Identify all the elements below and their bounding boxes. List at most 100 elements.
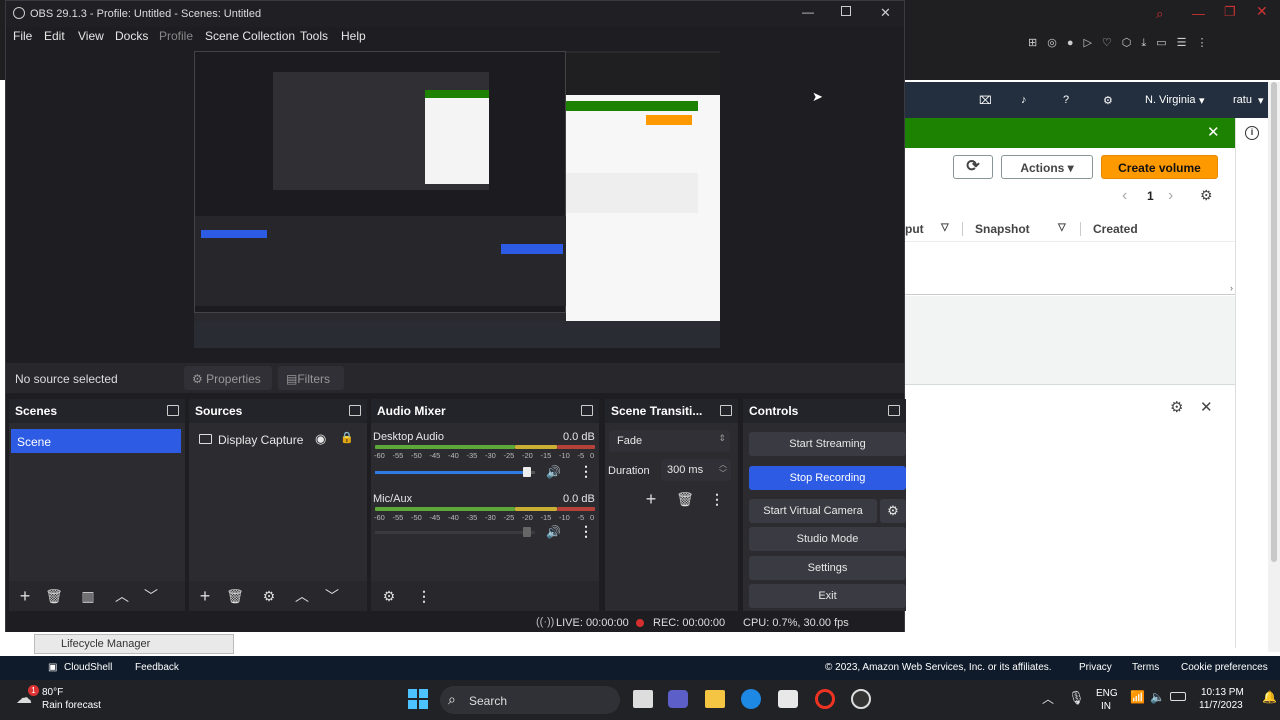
volume-slider[interactable] bbox=[375, 467, 535, 477]
taskbar-search[interactable]: ⌕ Search bbox=[440, 686, 620, 714]
undock-icon[interactable] bbox=[167, 405, 179, 416]
chevron-right-icon[interactable]: › bbox=[1230, 283, 1233, 293]
trash-icon[interactable]: 🗑 bbox=[674, 488, 696, 510]
stepper-icon[interactable]: ︿ ﹀ bbox=[719, 460, 727, 478]
chevron-down-icon[interactable]: ﹀ bbox=[140, 585, 162, 607]
chevron-down-icon[interactable]: ﹀ bbox=[321, 585, 343, 607]
language[interactable]: ENG bbox=[1096, 688, 1118, 699]
edge-icon[interactable] bbox=[741, 689, 761, 709]
more-options-icon[interactable]: ⋮ bbox=[413, 585, 435, 607]
undock-icon[interactable] bbox=[888, 405, 900, 416]
close-icon[interactable]: ✕ bbox=[1200, 398, 1213, 416]
close-icon[interactable]: ✕ bbox=[880, 5, 891, 21]
volume-thumb[interactable] bbox=[523, 467, 531, 477]
more-options-icon[interactable]: ⋮ bbox=[706, 488, 728, 510]
eye-icon[interactable]: ◉ bbox=[315, 431, 326, 447]
cloudshell-link[interactable]: CloudShell bbox=[64, 662, 112, 673]
create-volume-button[interactable]: Create volume bbox=[1101, 155, 1218, 179]
advanced-audio-icon[interactable]: ⚙ bbox=[378, 585, 400, 607]
filters-button[interactable]: ▤Filters bbox=[278, 366, 344, 390]
column-header[interactable]: Created bbox=[1080, 222, 1138, 236]
maximize-icon[interactable]: ❐ bbox=[1224, 4, 1236, 20]
battery-icon[interactable] bbox=[1170, 692, 1186, 701]
add-icon[interactable]: + bbox=[640, 488, 662, 510]
column-header[interactable]: put bbox=[905, 222, 924, 236]
volume-icon[interactable]: 🔈 bbox=[1150, 690, 1165, 704]
settings-button[interactable]: Settings bbox=[749, 556, 906, 580]
more-options-icon[interactable]: ⋮ bbox=[579, 523, 593, 540]
teams-icon[interactable] bbox=[668, 690, 688, 708]
start-streaming-button[interactable]: Start Streaming bbox=[749, 432, 906, 456]
cookie-preferences-link[interactable]: Cookie preferences bbox=[1181, 662, 1268, 673]
lifecycle-manager-link[interactable]: Lifecycle Manager bbox=[34, 634, 234, 654]
scene-item[interactable]: Scene bbox=[11, 429, 181, 453]
maximize-icon[interactable] bbox=[841, 6, 851, 16]
minimize-icon[interactable]: — bbox=[802, 5, 814, 19]
studio-mode-button[interactable]: Studio Mode bbox=[749, 527, 906, 551]
duration-input[interactable]: 300 ms ︿ ﹀ bbox=[661, 459, 731, 481]
clock-time[interactable]: 10:13 PM bbox=[1201, 687, 1244, 698]
transition-select[interactable]: Fade ⇕ bbox=[609, 430, 730, 452]
preview-canvas[interactable] bbox=[194, 51, 720, 348]
search-icon[interactable]: ⌕ bbox=[1156, 6, 1163, 22]
speaker-icon[interactable]: 🔊 bbox=[546, 525, 561, 539]
chevron-up-icon[interactable]: ︿ bbox=[1042, 690, 1054, 707]
bell-icon[interactable]: ♪ bbox=[1021, 94, 1027, 106]
speaker-icon[interactable]: 🔊 bbox=[546, 465, 561, 479]
browser-toolbar-icons[interactable]: ⊞◎●▷♡⬡⤓▭☰⋮ bbox=[1028, 36, 1268, 50]
volume-slider[interactable] bbox=[375, 527, 535, 537]
sort-icon[interactable]: ▽ bbox=[1058, 222, 1066, 233]
chevron-left-icon[interactable]: ‹ bbox=[1122, 187, 1127, 205]
menu-view[interactable]: View bbox=[78, 29, 104, 43]
wifi-icon[interactable]: 📶 bbox=[1130, 690, 1145, 704]
menu-tools[interactable]: Tools bbox=[300, 29, 328, 43]
chevron-up-icon[interactable]: ︿ bbox=[111, 585, 133, 607]
add-icon[interactable]: + bbox=[14, 585, 36, 607]
menu-scene-collection[interactable]: Scene Collection bbox=[205, 29, 295, 43]
menu-edit[interactable]: Edit bbox=[44, 29, 65, 43]
stop-recording-button[interactable]: Stop Recording bbox=[749, 466, 906, 490]
filter-icon[interactable]: ▥ bbox=[77, 585, 99, 607]
clock-date[interactable]: 11/7/2023 bbox=[1199, 700, 1243, 711]
menu-profile[interactable]: Profile bbox=[159, 29, 193, 43]
virtual-camera-settings-icon[interactable]: ⚙ bbox=[880, 499, 906, 523]
region-selector[interactable]: N. Virginia bbox=[1145, 94, 1196, 106]
exit-button[interactable]: Exit bbox=[749, 584, 906, 608]
obs-taskbar-icon[interactable] bbox=[851, 689, 871, 709]
close-icon[interactable]: ✕ bbox=[1207, 123, 1220, 141]
windows-start-icon[interactable] bbox=[408, 689, 428, 709]
weather-desc[interactable]: Rain forecast bbox=[42, 700, 101, 711]
add-icon[interactable]: + bbox=[194, 585, 216, 607]
menu-docks[interactable]: Docks bbox=[115, 29, 148, 43]
microphone-icon[interactable]: 🎙 bbox=[1068, 690, 1085, 706]
sort-icon[interactable]: ▽ bbox=[941, 222, 949, 233]
properties-button[interactable]: ⚙ Properties bbox=[184, 366, 272, 390]
region[interactable]: IN bbox=[1101, 701, 1111, 712]
horizontal-scrollbar[interactable]: › bbox=[905, 283, 1235, 295]
page-scrollbar[interactable] bbox=[1268, 82, 1280, 652]
undock-icon[interactable] bbox=[720, 405, 732, 416]
weather-temp[interactable]: 80°F bbox=[42, 687, 63, 698]
help-icon[interactable]: ? bbox=[1063, 94, 1069, 106]
feedback-link[interactable]: Feedback bbox=[135, 662, 179, 673]
task-view-icon[interactable] bbox=[633, 690, 653, 708]
lock-icon[interactable]: 🔒 bbox=[340, 431, 354, 444]
undock-icon[interactable] bbox=[581, 405, 593, 416]
refresh-button[interactable]: ⟳ bbox=[953, 155, 993, 179]
opera-icon[interactable] bbox=[815, 689, 835, 709]
gear-icon[interactable]: ⚙ bbox=[1200, 187, 1213, 204]
gear-icon[interactable]: ⚙ bbox=[1103, 94, 1113, 107]
terminal-icon[interactable]: ▣ bbox=[48, 662, 57, 673]
menu-file[interactable]: File bbox=[13, 29, 32, 43]
undock-icon[interactable] bbox=[349, 405, 361, 416]
chevron-right-icon[interactable]: › bbox=[1168, 187, 1173, 205]
file-explorer-icon[interactable] bbox=[705, 690, 725, 708]
more-options-icon[interactable]: ⋮ bbox=[579, 463, 593, 480]
gear-icon[interactable]: ⚙ bbox=[258, 585, 280, 607]
user-menu[interactable]: ratu bbox=[1233, 94, 1252, 106]
source-item[interactable]: Display Capture ◉ 🔒 bbox=[189, 431, 367, 451]
close-icon[interactable]: ✕ bbox=[1256, 3, 1268, 20]
start-virtual-camera-button[interactable]: Start Virtual Camera bbox=[749, 499, 877, 523]
gear-icon[interactable]: ⚙ bbox=[1170, 398, 1183, 416]
trash-icon[interactable]: 🗑 bbox=[43, 585, 65, 607]
